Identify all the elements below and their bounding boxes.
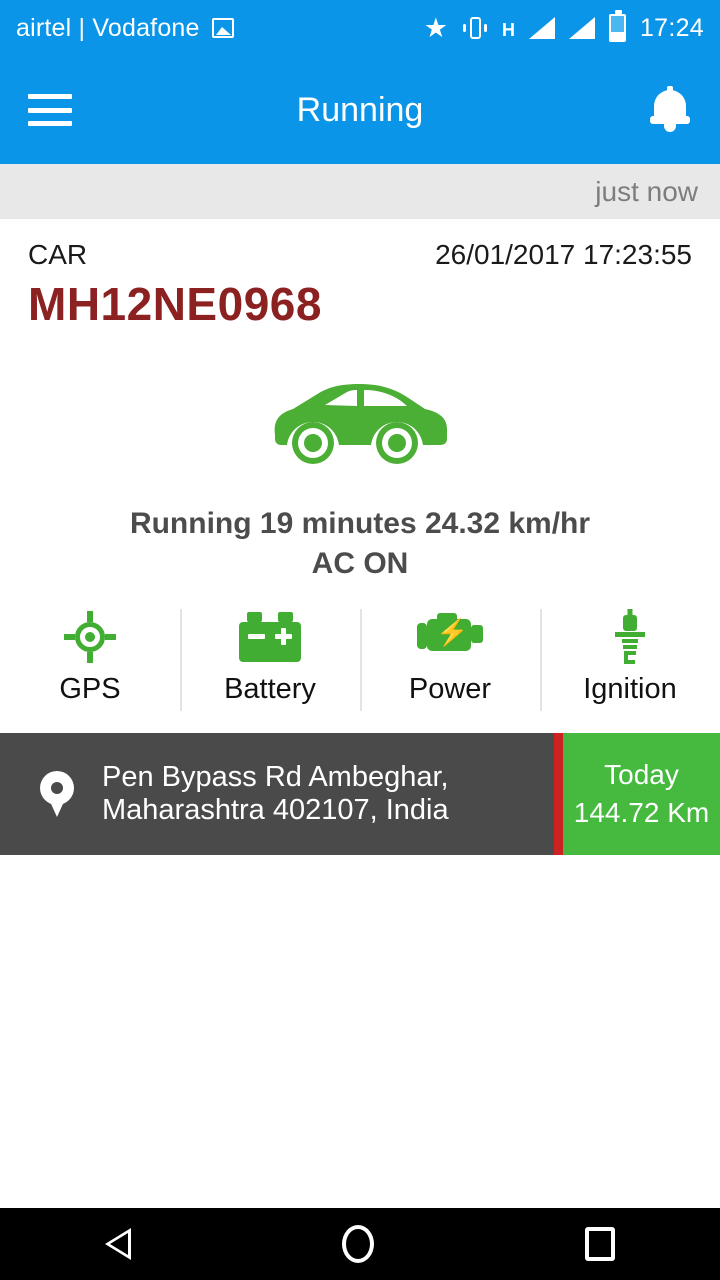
vehicle-type-label: CAR	[28, 239, 88, 270]
today-distance-panel[interactable]: Today 144.72 Km	[563, 733, 720, 855]
vehicle-timestamp: 26/01/2017 17:23:55	[435, 239, 692, 270]
system-status-bar: airtel | Vodafone ★ H 17:24	[0, 0, 720, 56]
carrier-label: airtel | Vodafone	[16, 13, 200, 42]
engine-power-icon	[417, 609, 483, 665]
vehicle-illustration-wrap	[0, 373, 720, 469]
location-bar[interactable]: Pen Bypass Rd Ambeghar, Maharashtra 4021…	[0, 733, 720, 855]
recents-square-icon[interactable]	[584, 1227, 615, 1261]
gps-crosshair-icon	[64, 609, 116, 665]
last-updated-label: just now	[595, 175, 698, 207]
vehicle-header: CAR 26/01/2017 17:23:55 MH12NE0968	[0, 219, 720, 331]
star-icon: ★	[423, 12, 448, 43]
today-distance-value: 144.72 Km	[573, 797, 710, 828]
back-triangle-icon[interactable]	[105, 1228, 132, 1260]
status-bar-right: ★ H 17:24	[423, 10, 704, 43]
bell-icon[interactable]	[648, 86, 692, 134]
location-divider	[554, 733, 563, 855]
signal-bars-icon-2	[568, 17, 595, 39]
android-navigation-bar	[0, 1208, 720, 1280]
green-car-side-icon	[274, 384, 447, 464]
indicator-label-battery: Battery	[224, 673, 316, 705]
indicator-power[interactable]: Power	[360, 605, 540, 723]
status-bar-left: airtel | Vodafone	[16, 14, 234, 43]
page-title: Running	[296, 90, 424, 129]
vehicle-plate-number: MH12NE0968	[28, 278, 322, 330]
image-icon	[211, 18, 234, 38]
indicator-row: GPS Battery Power Ignition	[0, 605, 720, 723]
signal-bars-icon-1	[528, 17, 555, 39]
battery-icon	[608, 10, 626, 42]
address-line-2: Maharashtra 402107, India	[102, 794, 449, 826]
last-updated-banner: just now	[0, 164, 720, 219]
indicator-battery[interactable]: Battery	[180, 605, 360, 723]
address-line-1: Pen Bypass Rd Ambeghar,	[102, 760, 449, 793]
indicator-label-power: Power	[408, 673, 492, 705]
location-address-panel[interactable]: Pen Bypass Rd Ambeghar, Maharashtra 4021…	[0, 733, 554, 855]
spark-plug-icon	[615, 609, 645, 665]
indicator-ignition[interactable]: Ignition	[540, 605, 720, 723]
clock-label: 17:24	[639, 13, 704, 42]
app-bar: Running	[0, 56, 720, 164]
vehicle-meta-row: CAR 26/01/2017 17:23:55	[28, 239, 692, 271]
car-battery-icon	[239, 609, 301, 665]
hamburger-menu-icon[interactable]	[28, 94, 72, 126]
indicator-gps[interactable]: GPS	[0, 605, 180, 723]
vibrate-icon	[462, 15, 488, 41]
app-screen: airtel | Vodafone ★ H 17:24 Running just…	[0, 0, 720, 1280]
today-label: Today	[604, 759, 679, 790]
indicator-label-ignition: Ignition	[583, 673, 677, 705]
network-type-label: H	[501, 19, 515, 40]
ac-status-label: AC ON	[311, 547, 409, 580]
location-address-text: Pen Bypass Rd Ambeghar, Maharashtra 4021…	[102, 761, 449, 828]
vehicle-status-block: Running 19 minutes 24.32 km/hr AC ON	[0, 507, 720, 581]
indicator-label-gps: GPS	[59, 673, 121, 705]
running-status-label: Running 19 minutes 24.32 km/hr	[129, 507, 591, 540]
map-pin-icon	[40, 771, 74, 817]
home-circle-icon[interactable]	[341, 1225, 374, 1263]
